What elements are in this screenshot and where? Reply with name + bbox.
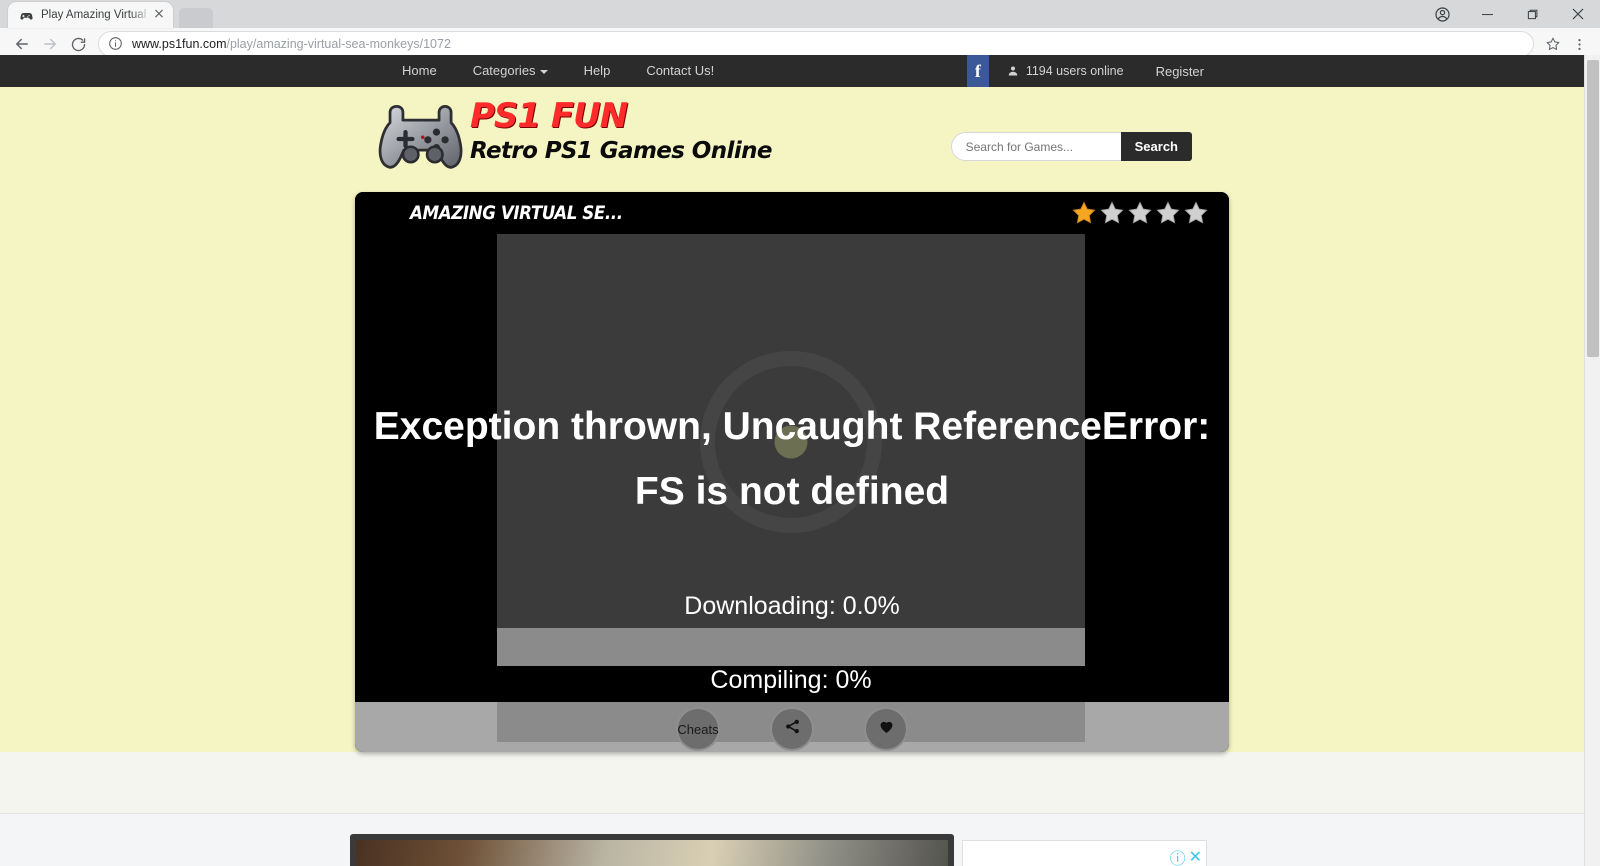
bookmark-star-icon[interactable] [1540,31,1566,57]
profile-icon[interactable] [1420,0,1465,28]
ad-choices-box: ⓘ ✕ [962,840,1207,866]
star-icon-empty [1184,201,1208,224]
address-bar[interactable]: www.ps1fun.com/play/amazing-virtual-sea-… [98,31,1534,57]
logo-subtitle: Retro PS1 Games Online [470,138,772,164]
chevron-down-icon [539,69,548,74]
nav-link-help[interactable]: Help [566,55,629,87]
register-link[interactable]: Register [1156,64,1204,79]
adchoices-info-icon[interactable]: ⓘ [1170,845,1186,866]
ad-video-thumbnail[interactable] [350,834,954,866]
cheats-button[interactable]: Cheats [676,707,720,751]
window-controls [1420,0,1600,28]
facebook-icon[interactable]: f [966,55,989,87]
maximize-button[interactable] [1510,0,1555,28]
star-rating[interactable] [1071,200,1209,226]
page-content: Home Categories Help Contact Us! f 1194 … [0,55,1584,866]
tab-close-icon[interactable]: × [151,7,167,23]
page-scrollbar[interactable] [1584,55,1600,866]
forward-icon [36,30,64,58]
three-dot-menu-icon[interactable] [1566,31,1592,57]
new-tab-button[interactable] [179,8,213,28]
back-icon[interactable] [8,30,36,58]
search-input[interactable] [950,132,1121,161]
heart-icon [878,718,895,740]
game-footer: Cheats [355,702,1229,752]
ad-video-image [356,840,948,866]
search-button[interactable]: Search [1120,132,1192,161]
game-title: AMAZING VIRTUAL SE... [410,202,623,224]
nav-right-group: f 1194 users online Register [966,55,1204,87]
info-circle-icon[interactable] [108,36,124,52]
reload-icon[interactable] [64,30,92,58]
game-stage: Exception thrown, Uncaught ReferenceErro… [355,234,1229,702]
share-button[interactable] [770,707,814,751]
gamepad-icon [18,7,34,23]
star-icon-empty [1156,201,1180,224]
logo-title: PS1 FUN [470,96,628,136]
error-message: Exception thrown, Uncaught ReferenceErro… [373,405,1211,513]
adchoices-close-icon[interactable]: ✕ [1189,847,1202,866]
nav-link-home[interactable]: Home [384,55,455,87]
compile-status: Compiling: 0% [710,666,872,694]
site-top-nav: Home Categories Help Contact Us! f 1194 … [0,55,1584,87]
url-text: www.ps1fun.com/play/amazing-virtual-sea-… [132,37,451,51]
nav-links: Home Categories Help Contact Us! [384,55,732,87]
users-online-count: 1194 users online [1025,64,1124,78]
site-logo[interactable]: PS1 FUN Retro PS1 Games Online [378,95,772,177]
scrollbar-thumb[interactable] [1587,60,1599,357]
nav-link-categories[interactable]: Categories [455,55,566,87]
logo-text-group: PS1 FUN Retro PS1 Games Online [470,97,772,165]
browser-tab[interactable]: Play Amazing Virtual Sea × [8,2,173,28]
game-controls: Cheats [355,707,1229,751]
game-header: AMAZING VIRTUAL SE... [355,192,1229,234]
share-icon [784,718,801,740]
minimize-button[interactable] [1465,0,1510,28]
download-progress-fill [497,628,1085,666]
tab-strip: Play Amazing Virtual Sea × [0,0,1600,28]
page-viewport: Home Categories Help Contact Us! f 1194 … [0,55,1600,866]
nav-link-categories-label: Categories [472,63,536,78]
tab-title: Play Amazing Virtual Sea [41,9,151,21]
ad-panel: ⓘ ✕ [0,813,1584,866]
users-online: 1194 users online [1007,64,1124,78]
download-progress-bar [497,628,1085,666]
ad-choices-controls: ⓘ ✕ [1170,845,1202,866]
url-path: /play/amazing-virtual-sea-monkeys/1072 [226,37,451,51]
close-button[interactable] [1555,0,1600,28]
gamepad-logo-icon [378,101,464,177]
nav-link-contact[interactable]: Contact Us! [628,55,732,87]
user-icon [1007,65,1019,77]
download-status: Downloading: 0.0% [684,592,900,620]
browser-window: Play Amazing Virtual Sea × [0,0,1600,866]
favorite-button[interactable] [864,707,908,751]
star-icon-empty [1100,201,1124,224]
site-header: PS1 FUN Retro PS1 Games Online Search [0,87,1584,192]
url-domain: www.ps1fun.com [132,37,227,51]
star-icon-filled [1072,201,1096,224]
search-bar: Search [950,132,1192,161]
star-icon-empty [1128,201,1152,224]
game-player: AMAZING VIRTUAL SE... Exception thrown, … [355,192,1229,752]
